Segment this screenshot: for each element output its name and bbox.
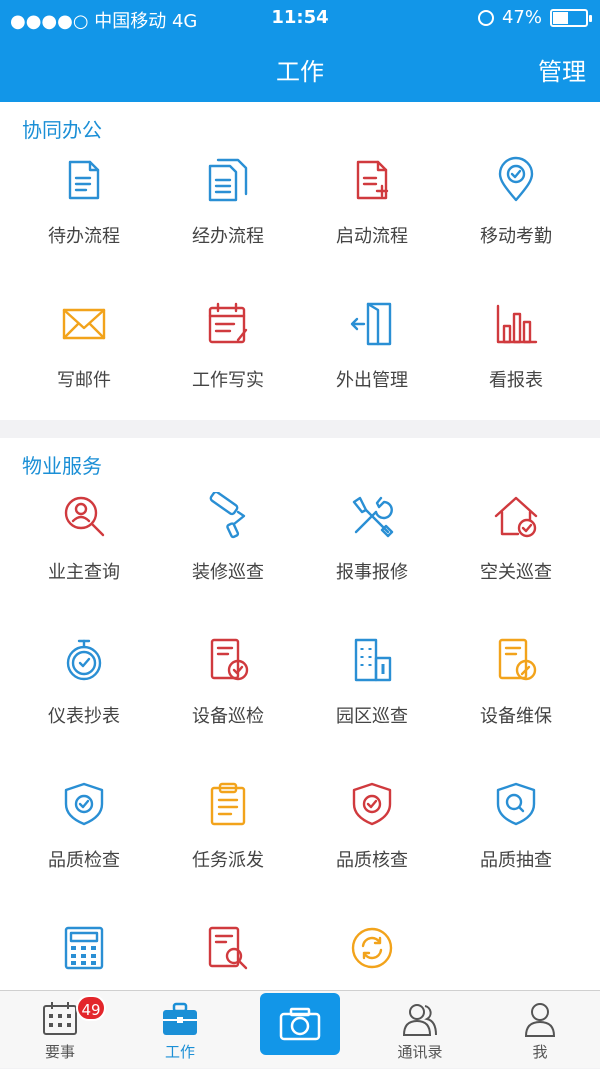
top-bar: ●●●●○ 中国移动 4G 11:54 47% 工作 管理 xyxy=(0,0,600,102)
grid-item-tools[interactable]: 报事报修 xyxy=(300,486,444,630)
grid-item-mail[interactable]: 写邮件 xyxy=(12,294,156,438)
pending-document-icon xyxy=(68,160,100,200)
user-search-icon xyxy=(64,496,105,537)
documents-icon xyxy=(208,158,248,202)
grid-item-location-check[interactable]: 移动考勤 xyxy=(444,150,588,294)
grid-item-label: 品质抽查 xyxy=(480,850,552,871)
grid-item-label: 空关巡查 xyxy=(480,562,552,583)
battery-icon xyxy=(550,8,592,27)
grid-item-label: 设备维保 xyxy=(480,706,552,727)
door-exit-icon xyxy=(350,302,392,346)
grid-item-device-wrench[interactable]: 设备维保 xyxy=(444,630,588,774)
sync-icon xyxy=(351,927,393,969)
device-check-icon xyxy=(210,638,249,681)
grid-item-stopwatch[interactable]: 仪表抄表 xyxy=(12,630,156,774)
grid-item-shield-search[interactable]: 品质抽查 xyxy=(444,774,588,918)
briefcase-icon xyxy=(163,1002,197,1035)
grid-item-clipboard[interactable]: 任务派发 xyxy=(156,774,300,918)
tools-icon xyxy=(352,496,394,538)
shield-search-icon xyxy=(496,782,536,826)
section-office: 协同办公 待办流程 经办流程 启动流程 移动考勤写邮件 工作写实 外出管理 看报表 xyxy=(0,102,600,420)
grid-item-pending-document[interactable]: 待办流程 xyxy=(12,150,156,294)
grid-item-shield-check[interactable]: 品质检查 xyxy=(12,774,156,918)
grid-item-label: 仪表抄表 xyxy=(48,706,120,727)
mail-icon xyxy=(62,308,106,340)
grid-item-user-search[interactable]: 业主查询 xyxy=(12,486,156,630)
person-icon xyxy=(524,1003,556,1037)
camera-icon xyxy=(279,1007,321,1041)
building-icon xyxy=(354,638,392,682)
grid-item-bar-chart[interactable]: 看报表 xyxy=(444,294,588,438)
tab-bar: 49 要事 工作 通讯录 我 xyxy=(0,990,600,1068)
tab-work[interactable]: 工作 xyxy=(120,991,240,1069)
new-document-icon xyxy=(356,160,389,200)
manage-button[interactable]: 管理 xyxy=(538,52,586,87)
rotation-lock-icon xyxy=(477,9,494,26)
grid-item-door-exit[interactable]: 外出管理 xyxy=(300,294,444,438)
status-bar: ●●●●○ 中国移动 4G 11:54 47% xyxy=(0,0,600,36)
shield-check-icon xyxy=(64,782,104,826)
section-title-property: 物业服务 xyxy=(22,454,102,478)
device-wrench-icon xyxy=(498,638,537,681)
bar-chart-icon xyxy=(496,304,538,344)
house-check-icon xyxy=(494,496,538,538)
clipboard-icon xyxy=(210,782,246,826)
unread-badge: 49 xyxy=(76,995,106,1021)
grid-item-label: 外出管理 xyxy=(336,370,408,391)
grid-item-calendar-edit[interactable]: 工作写实 xyxy=(156,294,300,438)
camera-button[interactable] xyxy=(260,993,340,1055)
page-title: 工作 xyxy=(276,58,324,86)
grid-item-label: 报事报修 xyxy=(336,562,408,583)
grid-item-label: 业主查询 xyxy=(48,562,120,583)
section-property: 物业服务 业主查询 装修巡查 报事报修 空关巡查仪表抄表 设备巡检 园区巡查 设备维保品质检… xyxy=(0,438,600,990)
grid-item-label: 移动考勤 xyxy=(480,226,552,247)
location-check-icon xyxy=(498,156,534,202)
grid-item-paint-roller[interactable]: 装修巡查 xyxy=(156,486,300,630)
document-search-icon xyxy=(208,926,248,970)
grid-item-label: 工作写实 xyxy=(192,370,264,391)
grid-item-documents[interactable]: 经办流程 xyxy=(156,150,300,294)
tab-me[interactable]: 我 xyxy=(480,991,600,1069)
grid-item-label: 品质检查 xyxy=(48,850,120,871)
grid-item-new-document[interactable]: 启动流程 xyxy=(300,150,444,294)
battery-percent: 47% xyxy=(501,7,542,28)
grid-item-label: 设备巡检 xyxy=(192,706,264,727)
grid-item-label: 待办流程 xyxy=(48,226,120,247)
grid-item-label: 启动流程 xyxy=(336,226,408,247)
calendar-grid-icon xyxy=(43,1002,77,1035)
section-title-office: 协同办公 xyxy=(22,118,102,142)
grid-item-label: 写邮件 xyxy=(57,370,111,391)
grid-item-label: 装修巡查 xyxy=(192,562,264,583)
grid-item-label: 园区巡查 xyxy=(336,706,408,727)
grid-item-building[interactable]: 园区巡查 xyxy=(300,630,444,774)
tab-label: 要事 xyxy=(44,1043,75,1061)
tab-label: 通讯录 xyxy=(397,1043,443,1061)
tab-important[interactable]: 49 要事 xyxy=(0,991,120,1069)
contacts-icon xyxy=(402,1004,437,1036)
shield-check-red-icon xyxy=(352,782,392,826)
grid-item-label: 品质核查 xyxy=(336,850,408,871)
grid-item-label: 经办流程 xyxy=(192,226,264,247)
grid-item-shield-check-red[interactable]: 品质核查 xyxy=(300,774,444,918)
stopwatch-icon xyxy=(66,639,102,681)
calendar-edit-icon xyxy=(208,302,248,344)
grid-item-label: 看报表 xyxy=(489,370,543,391)
tab-label: 我 xyxy=(532,1043,548,1061)
tab-label: 工作 xyxy=(164,1043,195,1061)
grid-item-label: 任务派发 xyxy=(192,850,264,871)
paint-roller-icon xyxy=(209,492,246,539)
calculator-icon xyxy=(64,926,104,970)
grid-item-house-check[interactable]: 空关巡查 xyxy=(444,486,588,630)
grid-item-device-check[interactable]: 设备巡检 xyxy=(156,630,300,774)
tab-contacts[interactable]: 通讯录 xyxy=(360,991,480,1069)
